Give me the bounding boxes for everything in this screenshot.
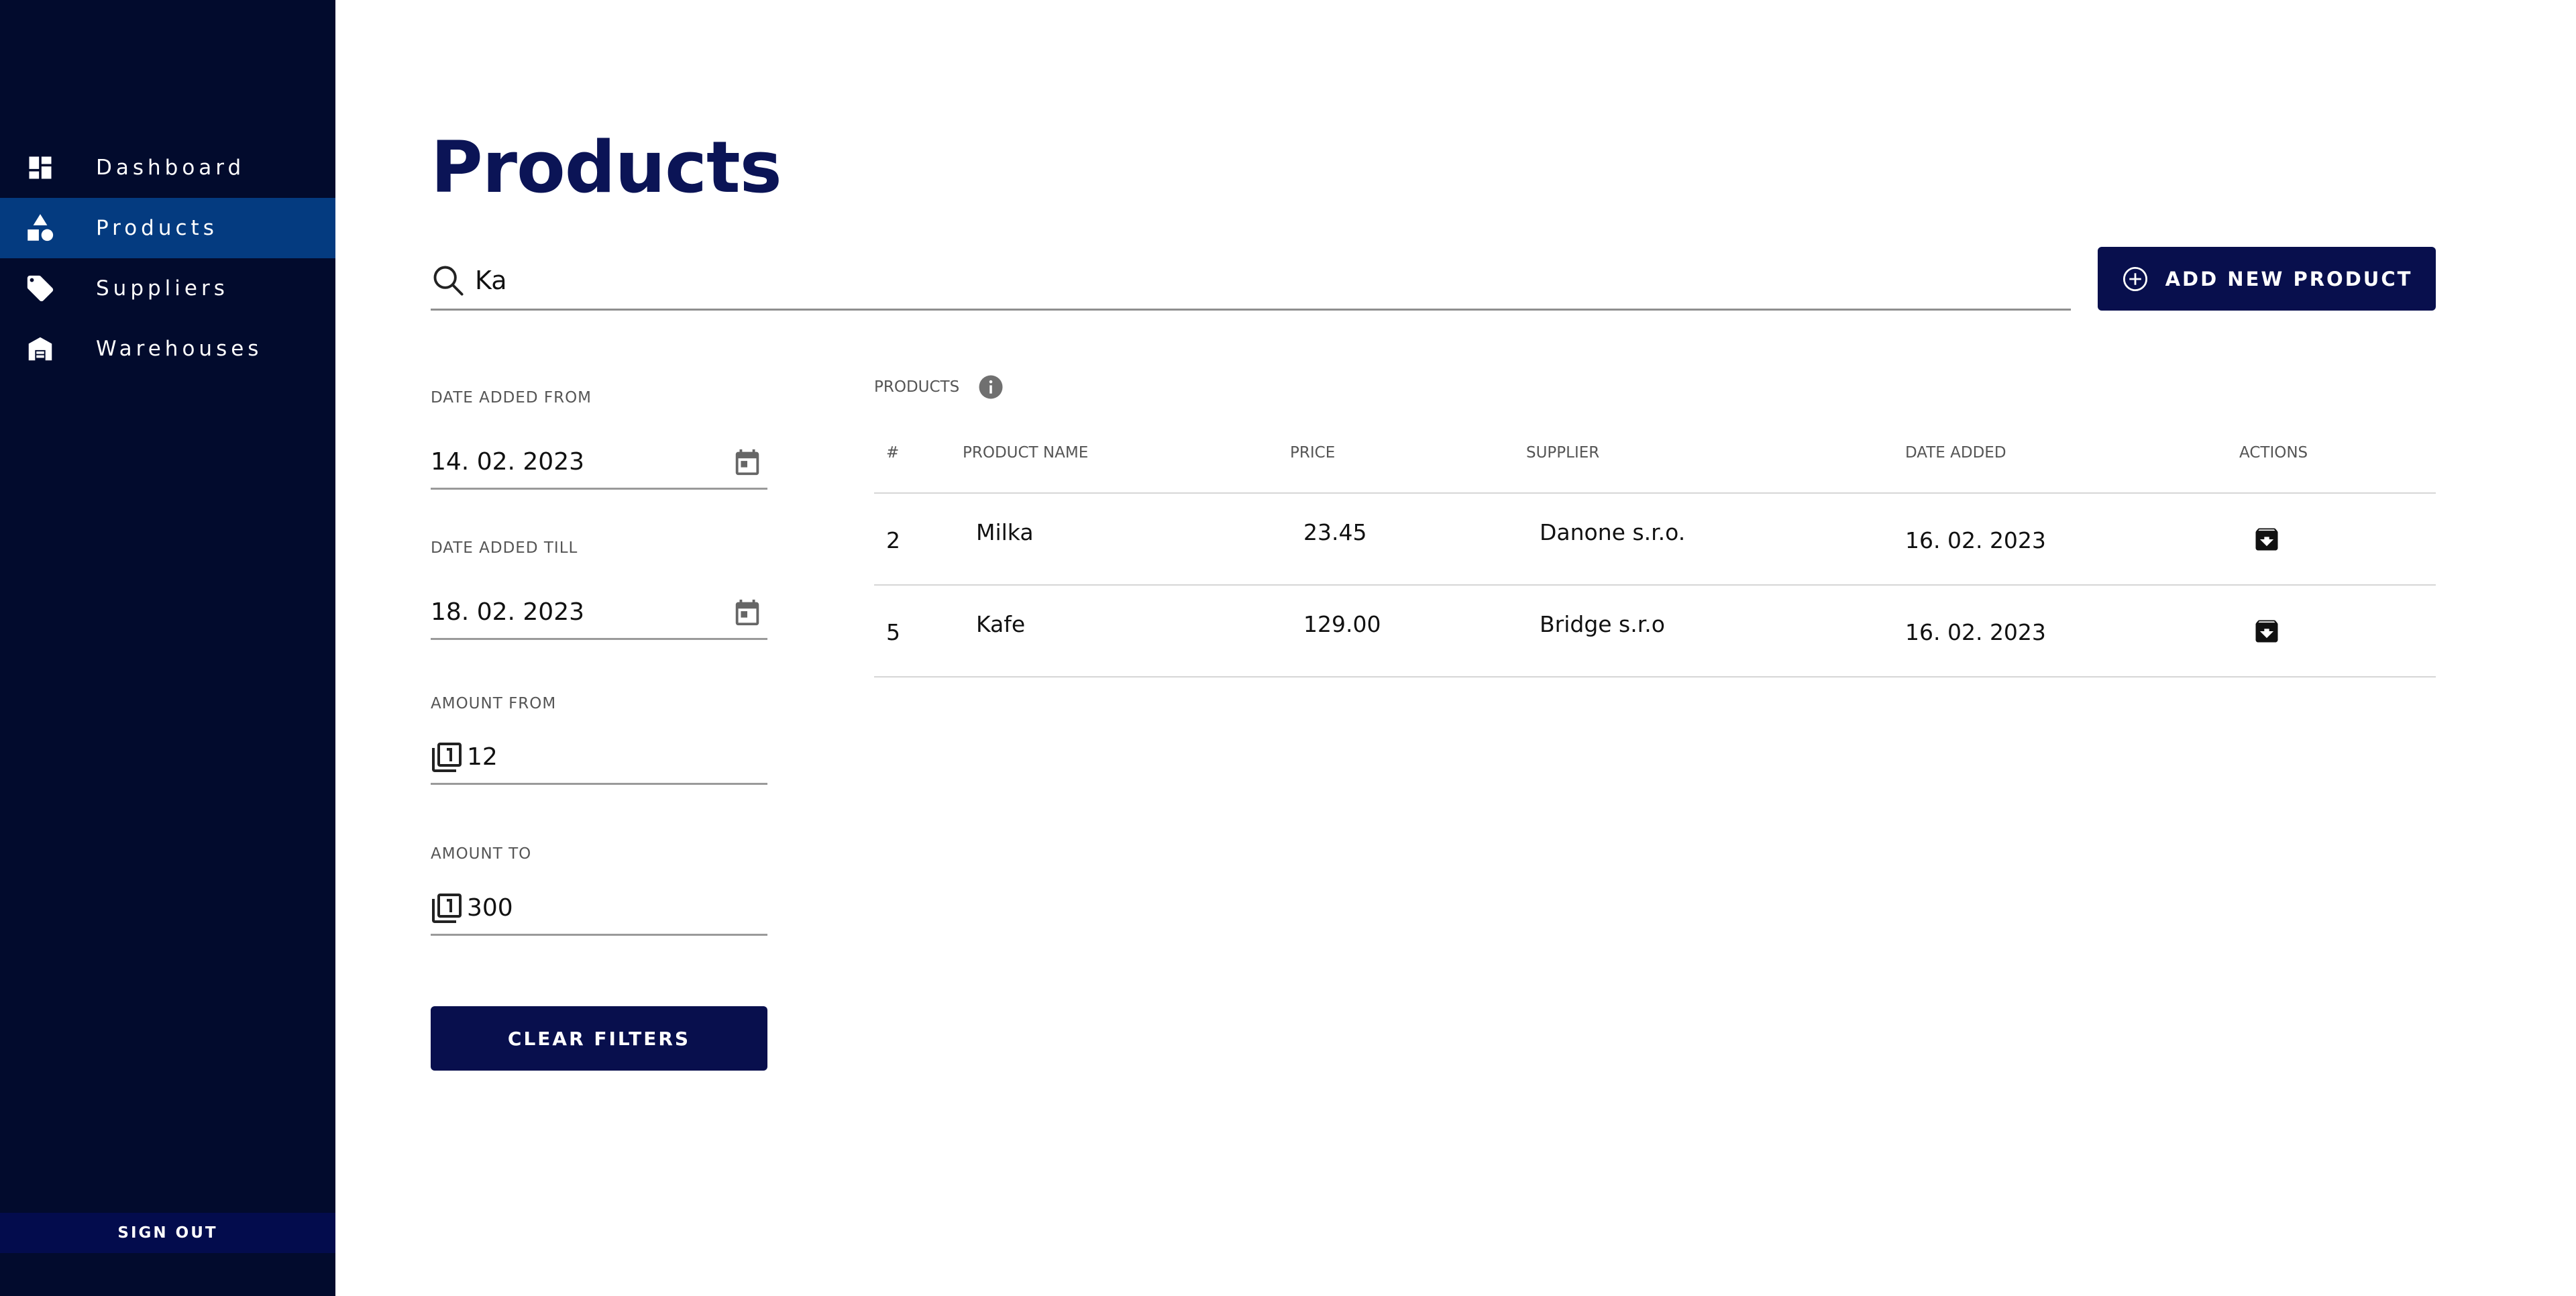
cell-product-name: Kafe [976, 611, 1026, 637]
amount-to-field[interactable]: 300 [431, 882, 767, 936]
cell-id: 5 [886, 619, 900, 645]
amount-from-label: AMOUNT FROM [431, 695, 557, 712]
cell-price: 129.00 [1303, 611, 1381, 637]
products-table: # PRODUCT NAME PRICE SUPPLIER DATE ADDED… [874, 429, 2436, 678]
table-row[interactable]: 2 Milka 23.45 Danone s.r.o. 16. 02. 2023 [874, 494, 2436, 586]
sidebar-item-label: Suppliers [96, 276, 229, 301]
date-from-field[interactable]: 14. 02. 2023 [431, 436, 767, 490]
amount-to-label: AMOUNT TO [431, 845, 532, 863]
date-from-label: DATE ADDED FROM [431, 389, 592, 407]
table-header: # PRODUCT NAME PRICE SUPPLIER DATE ADDED… [874, 429, 2436, 494]
amount-from-field[interactable]: 12 [431, 731, 767, 785]
date-from-value: 14. 02. 2023 [431, 448, 585, 476]
sidebar-item-dashboard[interactable]: Dashboard [0, 138, 335, 198]
sidebar-item-warehouses[interactable]: Warehouses [0, 319, 335, 379]
sidebar-item-suppliers[interactable]: Suppliers [0, 258, 335, 319]
amount-from-value: 12 [467, 743, 498, 771]
cell-date-added: 16. 02. 2023 [1905, 619, 2046, 645]
info-icon[interactable] [977, 373, 1005, 401]
column-header-supplier: SUPPLIER [1526, 444, 1600, 462]
date-till-field[interactable]: 18. 02. 2023 [431, 586, 767, 640]
add-circle-icon [2121, 265, 2149, 293]
cell-product-name: Milka [976, 519, 1034, 545]
column-header-id: # [886, 444, 900, 462]
cell-supplier: Bridge s.r.o [1540, 611, 1665, 637]
amount-to-value: 300 [467, 894, 513, 922]
sidebar-item-label: Dashboard [96, 156, 246, 180]
sign-out-button[interactable]: SIGN OUT [0, 1213, 335, 1253]
date-till-value: 18. 02. 2023 [431, 598, 585, 626]
warehouse-icon [20, 333, 60, 364]
tag-icon [20, 273, 60, 304]
add-new-product-label: ADD NEW PRODUCT [2165, 267, 2413, 290]
calendar-icon[interactable] [727, 597, 767, 628]
clear-filters-button[interactable]: CLEAR FILTERS [431, 1006, 767, 1071]
date-till-label: DATE ADDED TILL [431, 539, 578, 557]
sidebar-item-label: Warehouses [96, 337, 263, 361]
archive-icon[interactable] [2252, 525, 2282, 554]
stack-icon [431, 892, 467, 924]
calendar-icon[interactable] [727, 447, 767, 478]
shapes-icon [20, 211, 60, 245]
dashboard-icon [20, 153, 60, 182]
sidebar-nav: Dashboard Products Suppliers Warehouses [0, 138, 335, 379]
sidebar: Dashboard Products Suppliers Warehouses … [0, 0, 335, 1296]
cell-supplier: Danone s.r.o. [1540, 519, 1686, 545]
cell-date-added: 16. 02. 2023 [1905, 527, 2046, 553]
archive-icon[interactable] [2252, 616, 2282, 646]
stack-icon [431, 741, 467, 773]
table-caption: PRODUCTS [874, 373, 1005, 401]
search-input[interactable] [474, 264, 2017, 296]
sidebar-item-products[interactable]: Products [0, 198, 335, 258]
add-new-product-button[interactable]: ADD NEW PRODUCT [2098, 247, 2436, 311]
column-header-date-added: DATE ADDED [1905, 444, 2006, 462]
search-bar [431, 252, 2071, 311]
table-caption-label: PRODUCTS [874, 378, 960, 396]
column-header-price: PRICE [1290, 444, 1336, 462]
column-header-product-name: PRODUCT NAME [963, 444, 1089, 462]
search-icon [431, 263, 468, 298]
column-header-actions: ACTIONS [2239, 444, 2308, 462]
cell-price: 23.45 [1303, 519, 1367, 545]
cell-id: 2 [886, 527, 900, 553]
sidebar-item-label: Products [96, 216, 218, 240]
table-row[interactable]: 5 Kafe 129.00 Bridge s.r.o 16. 02. 2023 [874, 586, 2436, 678]
page-title: Products [431, 126, 782, 209]
